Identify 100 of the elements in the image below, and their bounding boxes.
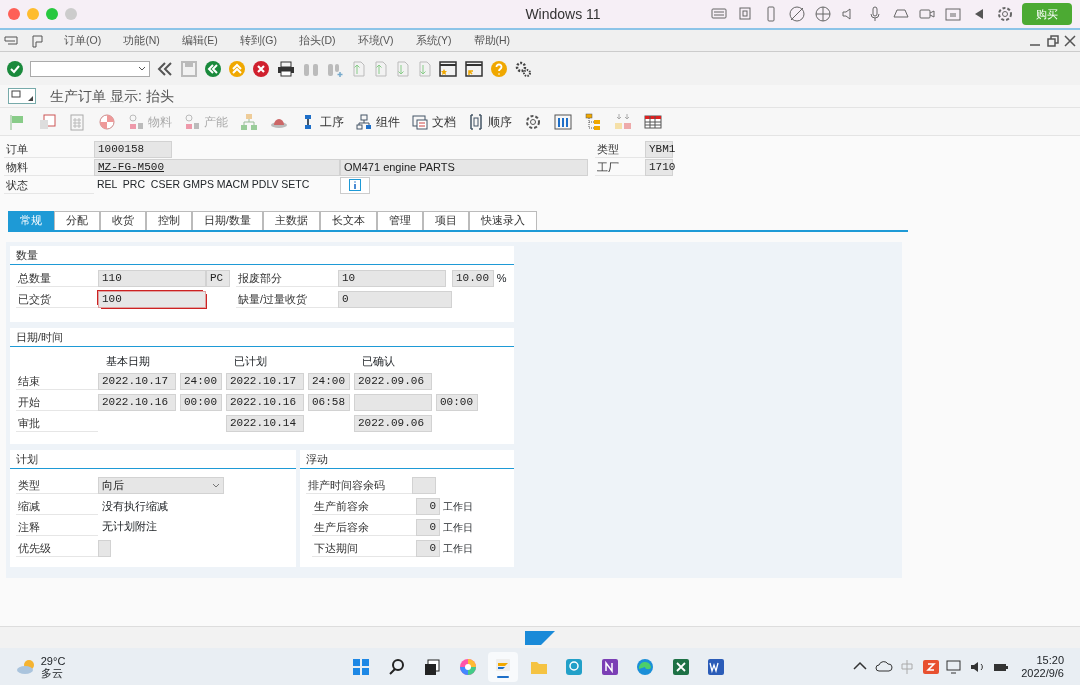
clock-time[interactable]: 15:20 bbox=[1036, 654, 1064, 667]
folder-share-icon[interactable] bbox=[944, 5, 962, 23]
input-field[interactable]: 0 bbox=[416, 539, 440, 557]
clock-date[interactable]: 2022/9/6 bbox=[1021, 667, 1064, 680]
menu-item[interactable]: 环境(V) bbox=[357, 32, 394, 49]
tab[interactable]: 项目 bbox=[422, 211, 469, 230]
menu-item[interactable]: 订单(O) bbox=[64, 32, 102, 49]
weather-text: 多云 bbox=[40, 667, 64, 679]
menu-item[interactable]: 转到(G) bbox=[239, 32, 277, 49]
percent-field[interactable]: 10.00 bbox=[452, 270, 494, 287]
input-field[interactable]: YBM1 bbox=[645, 140, 673, 158]
unit-label: 工作日 bbox=[442, 541, 473, 556]
input-field[interactable]: 0 bbox=[416, 498, 440, 515]
settings-icon[interactable] bbox=[514, 59, 532, 78]
input-field[interactable]: 1710 bbox=[645, 158, 673, 176]
operation-button[interactable]: 工序 bbox=[300, 112, 344, 131]
time-field[interactable]: 00:00 bbox=[436, 394, 478, 411]
input-field[interactable] bbox=[98, 539, 111, 557]
sequence-button[interactable]: 顺序 bbox=[468, 112, 512, 131]
tree-icon[interactable] bbox=[584, 112, 602, 131]
date-field[interactable]: 2022.10.17 bbox=[98, 373, 176, 391]
zoom-button[interactable] bbox=[46, 8, 58, 20]
window-title: Windows 11 bbox=[524, 4, 602, 24]
section-title: 计划 bbox=[10, 450, 296, 469]
pie-chart-icon[interactable] bbox=[98, 112, 116, 131]
date-field[interactable]: 2022.10.14 bbox=[226, 414, 304, 432]
close-icon[interactable] bbox=[1064, 34, 1076, 47]
status-text: REL PRC CSER GMPS MACM PDLV SETC bbox=[96, 177, 311, 193]
field-label: 审批 bbox=[16, 414, 98, 432]
tab[interactable]: 快速录入 bbox=[468, 211, 537, 230]
back-icon[interactable] bbox=[204, 59, 222, 78]
close-button[interactable] bbox=[8, 8, 20, 20]
input-field[interactable] bbox=[412, 477, 436, 495]
input-field[interactable]: 100 bbox=[98, 290, 206, 308]
input-field[interactable]: 0 bbox=[416, 518, 440, 536]
hierarchy-icon[interactable] bbox=[240, 112, 258, 131]
time-field[interactable]: 00:00 bbox=[180, 394, 222, 411]
first-page-icon[interactable] bbox=[372, 59, 388, 78]
menu-item[interactable]: 系统(Y) bbox=[415, 32, 452, 49]
printer-icon[interactable] bbox=[276, 59, 296, 78]
tab[interactable]: 管理 bbox=[376, 211, 423, 230]
date-field[interactable]: 2022.09.06 bbox=[354, 414, 432, 432]
chip-icon[interactable] bbox=[736, 5, 754, 23]
dropdown-field[interactable]: 向后 bbox=[98, 477, 224, 495]
input-field[interactable]: MZ-FG-M500 bbox=[94, 158, 340, 176]
new-window-icon[interactable] bbox=[438, 59, 458, 78]
document-button[interactable]: 文档 bbox=[412, 112, 456, 131]
last-page-icon[interactable] bbox=[416, 59, 432, 78]
command-field[interactable] bbox=[30, 60, 150, 77]
tab[interactable]: 控制 bbox=[146, 211, 192, 230]
date-field[interactable]: 2022.10.16 bbox=[226, 394, 304, 411]
menu-item[interactable]: 抬头(D) bbox=[298, 32, 336, 49]
exit-icon[interactable] bbox=[228, 59, 246, 78]
globe-icon[interactable] bbox=[814, 5, 832, 23]
layout-icon[interactable] bbox=[30, 33, 46, 48]
help-icon[interactable] bbox=[490, 59, 508, 78]
time-field[interactable]: 06:58 bbox=[308, 394, 350, 411]
time-field[interactable]: 24:00 bbox=[308, 373, 350, 391]
gear-icon[interactable] bbox=[524, 112, 542, 131]
menu-item[interactable]: 功能(N) bbox=[123, 32, 160, 49]
menu-item[interactable]: 编辑(E) bbox=[181, 32, 218, 49]
task-view-icon bbox=[423, 658, 441, 676]
info-button[interactable] bbox=[340, 176, 370, 194]
tab[interactable]: 收货 bbox=[100, 211, 146, 230]
search-icon bbox=[387, 658, 406, 676]
ime-icon[interactable] bbox=[921, 658, 940, 676]
input-field[interactable]: 0 bbox=[338, 290, 452, 308]
columns-icon[interactable] bbox=[554, 112, 572, 131]
save-icon[interactable] bbox=[180, 59, 198, 78]
date-field[interactable]: 2022.09.06 bbox=[354, 373, 432, 391]
date-field[interactable]: 2022.10.17 bbox=[226, 373, 304, 391]
input-field[interactable]: 110 bbox=[98, 270, 206, 287]
first-page-icon[interactable] bbox=[350, 59, 366, 78]
input-field[interactable]: 10 bbox=[338, 270, 446, 287]
merge-icon[interactable] bbox=[614, 112, 632, 131]
table-icon[interactable] bbox=[644, 112, 662, 131]
unit-field[interactable]: PC bbox=[206, 270, 230, 287]
check-icon[interactable] bbox=[6, 59, 24, 78]
date-field[interactable] bbox=[354, 394, 432, 411]
restore-icon[interactable] bbox=[1046, 34, 1059, 47]
double-chevron-icon[interactable] bbox=[156, 59, 174, 78]
shortcut-icon[interactable] bbox=[464, 59, 484, 78]
cancel-icon[interactable] bbox=[252, 59, 270, 78]
last-page-icon[interactable] bbox=[394, 59, 410, 78]
windows-icon bbox=[352, 658, 370, 676]
component-button[interactable]: 组件 bbox=[356, 112, 400, 131]
tab[interactable]: 长文本 bbox=[319, 211, 377, 230]
description-field[interactable]: OM471 engine PARTS bbox=[340, 158, 588, 176]
time-field[interactable]: 24:00 bbox=[180, 373, 222, 391]
input-field[interactable]: 1000158 bbox=[94, 140, 172, 158]
date-field[interactable]: 2022.10.16 bbox=[98, 394, 176, 411]
flag-icon[interactable] bbox=[8, 112, 26, 131]
section-title: 日期/时间 bbox=[10, 328, 514, 347]
calendar-icon[interactable] bbox=[38, 112, 56, 131]
settings-icon[interactable] bbox=[996, 5, 1014, 23]
tab[interactable]: 主数据 bbox=[262, 211, 320, 230]
tab[interactable]: 分配 bbox=[54, 211, 100, 230]
tab[interactable]: 日期/数量 bbox=[192, 211, 263, 230]
menu-item[interactable]: 帮助(H) bbox=[473, 32, 511, 49]
screen-toggle-icon[interactable] bbox=[8, 88, 36, 104]
